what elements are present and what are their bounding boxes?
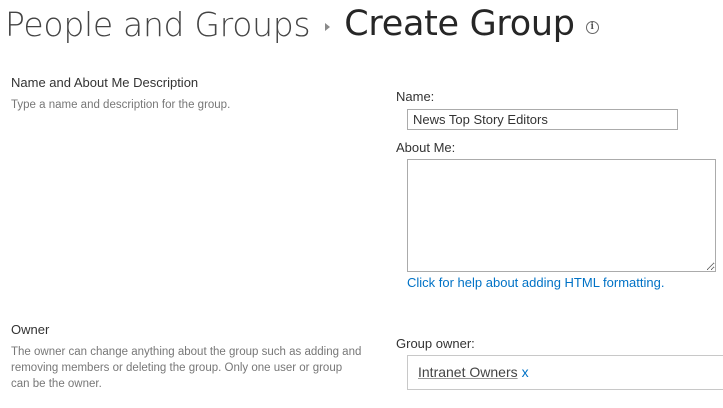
about-me-label: About Me: — [396, 140, 456, 155]
create-group-page: People and Groups Create Group i Name an… — [0, 0, 723, 408]
breadcrumb-people-and-groups[interactable]: People and Groups — [5, 5, 311, 44]
group-owner-label: Group owner: — [396, 336, 475, 351]
html-formatting-help-link[interactable]: Click for help about adding HTML formatt… — [407, 275, 664, 290]
name-about-section-title: Name and About Me Description — [11, 75, 199, 90]
owner-name[interactable]: Intranet Owners — [418, 364, 518, 380]
name-field[interactable] — [407, 109, 678, 130]
name-about-section-description: Type a name and description for the grou… — [11, 99, 231, 111]
page-header: People and Groups Create Group i — [5, 0, 599, 48]
name-label: Name: — [396, 89, 435, 104]
group-owner-picker[interactable]: Intranet Owners x — [407, 355, 723, 390]
page-title: Create Group — [344, 4, 575, 44]
chevron-right-icon — [325, 23, 331, 31]
owner-description-line: The owner can change anything about the … — [11, 346, 362, 358]
remove-owner-button[interactable]: x — [522, 364, 529, 380]
about-me-textarea[interactable] — [407, 159, 716, 272]
owner-description-line: removing members or deleting the group. … — [11, 362, 343, 374]
info-icon[interactable]: i — [585, 20, 599, 34]
owner-description-line: can be the owner. — [11, 378, 102, 390]
owner-token: Intranet Owners x — [418, 364, 529, 380]
owner-section-description: The owner can change anything about the … — [11, 344, 361, 392]
owner-section-title: Owner — [11, 322, 50, 337]
